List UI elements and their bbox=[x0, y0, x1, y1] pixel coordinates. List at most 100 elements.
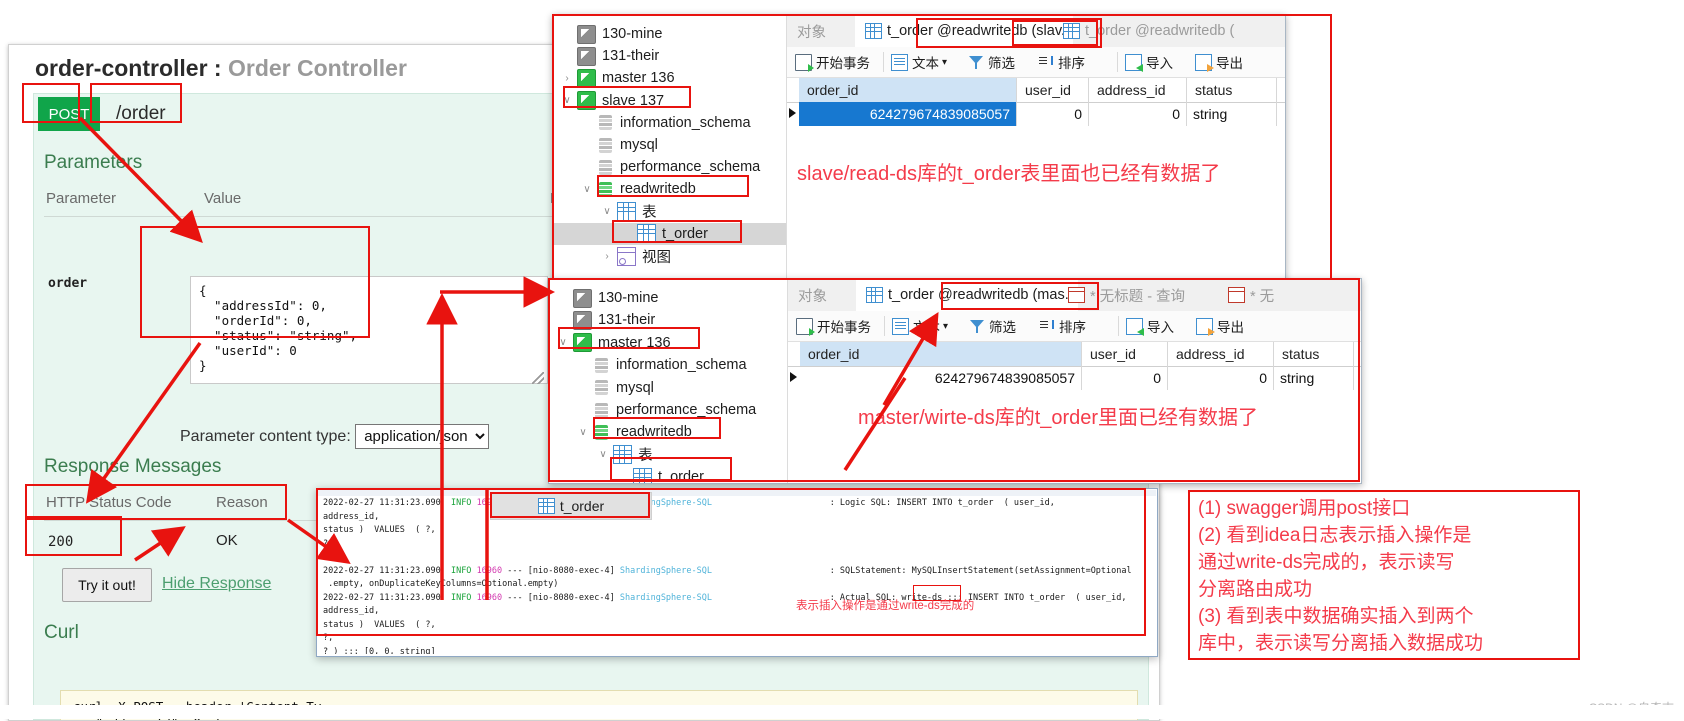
tree-item-readwritedb[interactable]: ∨ readwritedb bbox=[549, 421, 787, 443]
column-header-order_id[interactable]: order_id bbox=[799, 78, 1017, 102]
toolbar-button-filter[interactable]: 筛选 bbox=[969, 47, 1015, 77]
tree-item-t_order[interactable]: t_order bbox=[549, 466, 787, 483]
parameter-name-order: order bbox=[48, 276, 88, 291]
toolbar-button-begin-transaction[interactable]: 开始事务 bbox=[795, 47, 870, 77]
column-header-address_id[interactable]: address_id bbox=[1168, 342, 1274, 366]
content-type-select[interactable]: application/json bbox=[355, 424, 490, 449]
tree-item-label: readwritedb bbox=[616, 424, 692, 441]
chevron-down-icon[interactable]: ∨ bbox=[597, 444, 609, 466]
page-title: order-controller : Order Controller bbox=[35, 55, 407, 82]
toolbar-button-import[interactable]: 导入 bbox=[1126, 311, 1174, 341]
row-marker-icon bbox=[790, 372, 797, 382]
toolbar-button-text[interactable]: 文本 ▾ bbox=[892, 311, 948, 341]
tab-1[interactable]: t_order @readwritedb (mas... bbox=[856, 279, 1078, 311]
tree-item-master136[interactable]: › master 136 bbox=[553, 67, 786, 89]
request-body-textarea[interactable]: { "addressId": 0, "orderId": 0, "status"… bbox=[190, 276, 548, 384]
tree-item-t_order[interactable]: t_order bbox=[553, 222, 786, 245]
cell-status[interactable]: string bbox=[1187, 102, 1277, 126]
tree-item-131their[interactable]: 131-their bbox=[553, 45, 786, 67]
filter-icon bbox=[969, 55, 984, 70]
controller-description: Order Controller bbox=[227, 55, 407, 81]
tree-item-130mine[interactable]: 130-mine bbox=[553, 23, 786, 45]
mysql-connection-icon bbox=[577, 46, 596, 66]
chevron-down-icon[interactable]: ∨ bbox=[581, 178, 593, 200]
chevron-right-icon[interactable]: › bbox=[561, 67, 573, 89]
sort-icon bbox=[1039, 55, 1054, 70]
log-line: ?, bbox=[323, 633, 334, 643]
tree-item-131their[interactable]: 131-their bbox=[549, 309, 787, 331]
tree-item-readwritedb[interactable]: ∨ readwritedb bbox=[553, 178, 786, 200]
cell-status[interactable]: string bbox=[1274, 366, 1354, 390]
toolbar-separator bbox=[883, 52, 884, 72]
object-tree-slave[interactable]: 130-mine 131-their › master 136 ∨ slave 137 in… bbox=[553, 15, 787, 281]
tree-item-mysql[interactable]: mysql bbox=[549, 377, 787, 399]
http-method-badge: POST bbox=[38, 97, 100, 131]
toolbar-button-export[interactable]: 导出 bbox=[1196, 311, 1244, 341]
column-header-address_id[interactable]: address_id bbox=[1089, 78, 1187, 102]
navicat-window-master: 130-mine 131-their ∨ master 136 information_… bbox=[548, 278, 1362, 484]
table-row[interactable]: 624279674839085057 0 0 string bbox=[787, 102, 1285, 126]
cell-order_id[interactable]: 624279674839085057 bbox=[799, 102, 1017, 126]
tree-item-[interactable]: ∨ 表 bbox=[553, 201, 786, 223]
tab-2[interactable]: t_order @readwritedb ( bbox=[1053, 15, 1293, 47]
chevron-down-icon[interactable]: ▾ bbox=[943, 321, 948, 332]
log-line: address_id, bbox=[323, 511, 380, 522]
chevron-right-icon[interactable]: › bbox=[601, 245, 613, 267]
toolbar-button-import[interactable]: 导入 bbox=[1125, 47, 1173, 77]
tree-item-label: 表 bbox=[642, 205, 657, 222]
toolbar-button-export[interactable]: 导出 bbox=[1195, 47, 1243, 77]
database-green-icon bbox=[597, 181, 614, 198]
tree-item-[interactable]: › 视图 bbox=[553, 245, 786, 267]
table-row[interactable]: 624279674839085057 0 0 string bbox=[788, 366, 1361, 390]
column-header-user_id[interactable]: user_id bbox=[1017, 78, 1089, 102]
tree-item-slave137[interactable]: ∨ slave 137 bbox=[553, 90, 786, 112]
column-header-order_id[interactable]: order_id bbox=[800, 342, 1082, 366]
chevron-down-icon[interactable]: ∨ bbox=[561, 90, 573, 112]
cell-address_id[interactable]: 0 bbox=[1168, 366, 1274, 390]
toolbar-button-text[interactable]: 文本 ▾ bbox=[891, 47, 947, 77]
tab-2[interactable]: * 无标题 - 查询 bbox=[1058, 279, 1238, 311]
column-header-status[interactable]: status bbox=[1274, 342, 1354, 366]
hide-response-link[interactable]: Hide Response bbox=[162, 575, 271, 593]
grid-icon bbox=[865, 23, 882, 39]
console-scrollbar[interactable] bbox=[318, 490, 1156, 496]
tree-item-label: master 136 bbox=[602, 70, 675, 87]
tree-item-performance_schema[interactable]: performance_schema bbox=[549, 399, 787, 421]
try-it-out-button[interactable]: Try it out! bbox=[62, 568, 152, 602]
import-icon bbox=[1125, 53, 1143, 72]
tree-item-label: master 136 bbox=[598, 334, 671, 351]
tree-item-performance_schema[interactable]: performance_schema bbox=[553, 156, 786, 178]
toolbar-button-sort[interactable]: 排序 bbox=[1039, 47, 1085, 77]
tab-1[interactable]: t_order @readwritedb (slav... bbox=[855, 15, 1073, 47]
annotation-conclusion-box: (1) swagger调用post接口 (2) 看到idea日志表示插入操作是 … bbox=[1188, 490, 1580, 660]
object-tree-master[interactable]: 130-mine 131-their ∨ master 136 information_… bbox=[549, 279, 788, 483]
chevron-down-icon[interactable]: ∨ bbox=[577, 421, 589, 443]
tree-item-130mine[interactable]: 130-mine bbox=[549, 287, 787, 309]
toolbar-separator bbox=[1117, 52, 1118, 72]
column-header-status[interactable]: status bbox=[1187, 78, 1277, 102]
endpoint-path: /order bbox=[116, 103, 166, 124]
chevron-down-icon[interactable]: ∨ bbox=[601, 201, 613, 223]
textarea-resize-grip[interactable] bbox=[532, 372, 544, 384]
tree-item-mysql[interactable]: mysql bbox=[553, 134, 786, 156]
table-icon bbox=[637, 224, 656, 244]
log-console-tab[interactable]: t_order bbox=[490, 492, 652, 520]
toolbar-button-sort[interactable]: 排序 bbox=[1040, 311, 1086, 341]
tab-3[interactable]: * 无 bbox=[1218, 279, 1358, 311]
tree-item-label: t_order bbox=[658, 469, 704, 483]
cell-user_id[interactable]: 0 bbox=[1017, 102, 1089, 126]
grid-icon bbox=[1063, 23, 1080, 39]
toolbar-button-begin-transaction[interactable]: 开始事务 bbox=[796, 311, 871, 341]
chevron-down-icon[interactable]: ∨ bbox=[557, 332, 569, 354]
tree-item-information_schema[interactable]: information_schema bbox=[549, 354, 787, 376]
toolbar-button-filter[interactable]: 筛选 bbox=[970, 311, 1016, 341]
tree-item-information_schema[interactable]: information_schema bbox=[553, 112, 786, 134]
cell-address_id[interactable]: 0 bbox=[1089, 102, 1187, 126]
column-header-user_id[interactable]: user_id bbox=[1082, 342, 1168, 366]
cell-user_id[interactable]: 0 bbox=[1082, 366, 1168, 390]
chevron-down-icon[interactable]: ▾ bbox=[942, 57, 947, 68]
cell-order_id[interactable]: 624279674839085057 bbox=[800, 366, 1082, 390]
tree-item-[interactable]: ∨ 表 bbox=[549, 444, 787, 466]
tree-item-master136[interactable]: ∨ master 136 bbox=[549, 332, 787, 354]
tree-top-strip bbox=[553, 15, 786, 23]
